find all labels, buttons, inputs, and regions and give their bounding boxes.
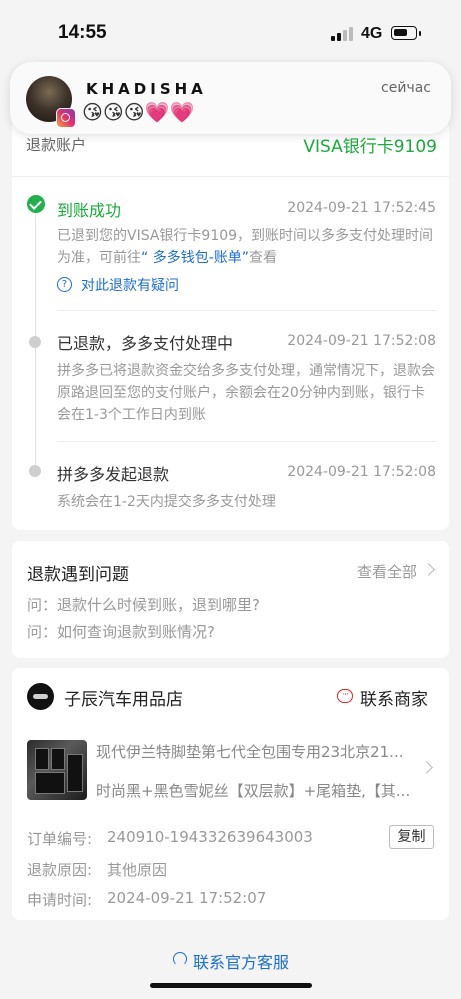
step-desc-suffix: 查看 bbox=[249, 250, 278, 266]
refund-problems-card: 退款遇到问题 查看全部 问：退款什么时候到账，退到哪里? 问：如何查询退款到账情… bbox=[12, 541, 449, 658]
divider bbox=[57, 441, 437, 442]
order-shop-card: 子辰汽车用品店 ··· 联系商家 现代伊兰特脚垫第七代全包围专用23北京21..… bbox=[12, 668, 449, 920]
status-time: 14:55 bbox=[58, 22, 107, 43]
product-title[interactable]: 现代伊兰特脚垫第七代全包围专用23北京21... bbox=[96, 741, 424, 762]
refund-reason-value: 其他原因 bbox=[107, 861, 168, 879]
chevron-right-icon[interactable] bbox=[420, 761, 433, 774]
headset-icon[interactable] bbox=[173, 952, 187, 966]
refund-account-value: VISA银行卡9109 bbox=[303, 137, 437, 157]
customer-service-link[interactable]: 联系官方客服 bbox=[193, 949, 289, 973]
step-time: 2024-09-21 17:52:08 bbox=[287, 464, 436, 480]
network-label: 4G bbox=[361, 25, 383, 42]
notification-banner[interactable]: KHADISHA 😘😘😘💗💗 сейчас bbox=[10, 62, 451, 134]
apply-time-label: 申请时间: bbox=[27, 891, 93, 909]
step-title: 拼多多发起退款 bbox=[57, 465, 170, 484]
shop-name[interactable]: 子辰汽车用品店 bbox=[64, 685, 183, 710]
divider bbox=[12, 176, 449, 177]
notification-message: 😘😘😘💗💗 bbox=[82, 100, 195, 124]
step-title-success: 到账成功 bbox=[57, 201, 122, 220]
timeline-dot bbox=[29, 465, 41, 477]
signal-icon bbox=[331, 27, 353, 41]
shop-logo[interactable] bbox=[27, 683, 54, 710]
notification-time: сейчас bbox=[381, 80, 431, 96]
product-spec[interactable]: 时尚黑+黑色雪妮丝【双层款】+尾箱垫,【其... bbox=[96, 780, 424, 801]
order-number-value: 240910-194332639643003 bbox=[107, 828, 313, 846]
refund-question-link[interactable]: 对此退款有疑问 bbox=[81, 275, 179, 295]
step-desc: 拼多多已将退款资金交给多多支付处理，通常情况下，退款会原路退回至您的支付账户，余… bbox=[57, 363, 435, 423]
step-desc: 系统会在1-2天内提交多多支付处理 bbox=[57, 494, 276, 510]
product-image[interactable] bbox=[27, 740, 87, 800]
copy-button[interactable]: 复制 bbox=[389, 825, 434, 849]
wallet-bill-link[interactable]: “ 多多钱包-账单” bbox=[141, 250, 249, 266]
check-circle-icon bbox=[27, 195, 45, 213]
refund-account-label: 退款账户 bbox=[26, 136, 87, 154]
step-title: 已退款，多多支付处理中 bbox=[57, 334, 234, 353]
instagram-icon bbox=[56, 108, 76, 128]
timeline-dot bbox=[29, 336, 41, 348]
faq-item[interactable]: 问：如何查询退款到账情况? bbox=[27, 621, 215, 642]
faq-item[interactable]: 问：退款什么时候到账，退到哪里? bbox=[27, 594, 260, 615]
contact-seller-button[interactable]: 联系商家 bbox=[360, 685, 428, 710]
question-icon[interactable]: ? bbox=[57, 277, 72, 292]
refund-progress-card: 退款账户 VISA银行卡9109 到账成功 2024-09-21 17:52:4… bbox=[12, 120, 449, 530]
step-time: 2024-09-21 17:52:08 bbox=[287, 333, 436, 349]
notification-sender: KHADISHA bbox=[86, 80, 207, 98]
step-time: 2024-09-21 17:52:45 bbox=[287, 200, 436, 216]
view-all-link[interactable]: 查看全部 bbox=[357, 561, 417, 582]
battery-icon bbox=[391, 26, 421, 40]
step-desc: 已退到您的VISA银行卡9109，到账时间以多多支付处理时间为准，可前往“ 多多… bbox=[57, 225, 437, 269]
chat-icon[interactable]: ··· bbox=[337, 689, 353, 703]
apply-time-value: 2024-09-21 17:52:07 bbox=[107, 889, 267, 907]
refund-reason-label: 退款原因: bbox=[27, 861, 93, 879]
chevron-right-icon[interactable] bbox=[422, 563, 435, 576]
home-indicator[interactable] bbox=[150, 983, 312, 988]
divider bbox=[57, 310, 437, 311]
order-number-label: 订单编号: bbox=[27, 830, 93, 848]
problems-title: 退款遇到问题 bbox=[27, 565, 129, 585]
